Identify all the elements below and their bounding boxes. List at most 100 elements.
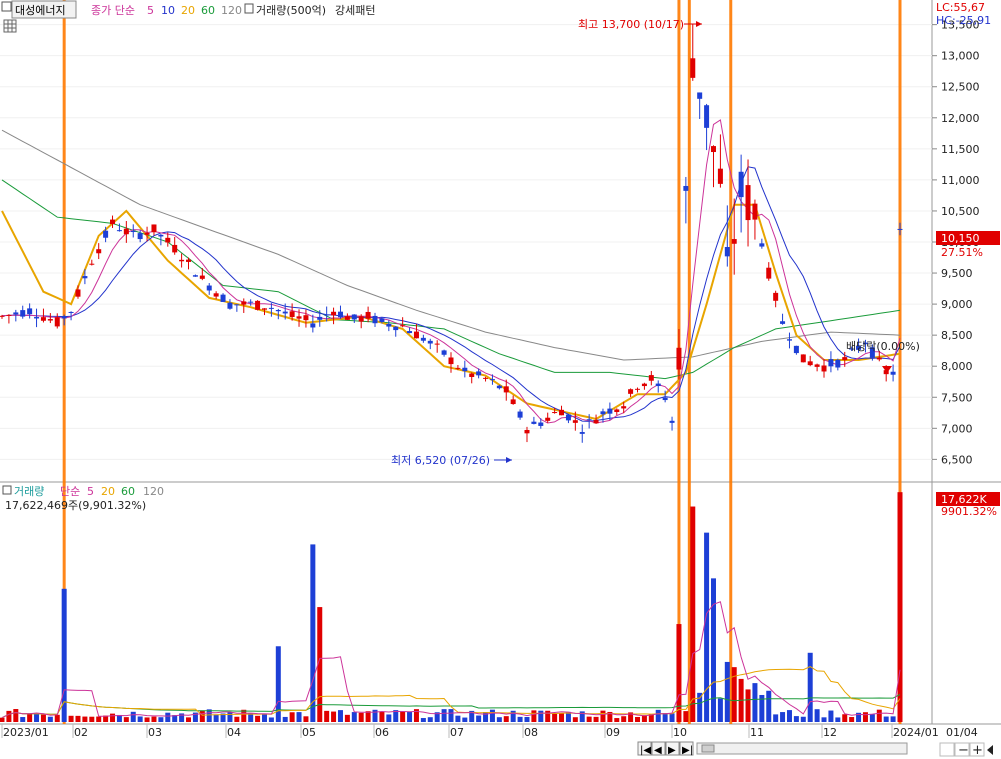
legend-ma120[interactable]: 120 xyxy=(221,4,242,17)
volume-bar xyxy=(130,711,136,722)
volume-bar xyxy=(766,690,772,722)
volume-bar xyxy=(227,712,233,722)
volume-bar xyxy=(510,710,516,722)
candle-body xyxy=(179,259,185,262)
pattern-label[interactable]: 강세패턴 xyxy=(335,4,375,17)
candle-body xyxy=(206,285,212,291)
candle-body xyxy=(538,422,544,426)
volume-bar xyxy=(835,717,841,722)
volume-bar xyxy=(75,715,81,722)
grid-icon[interactable] xyxy=(3,19,17,33)
volume-bar xyxy=(234,716,240,722)
candle-body xyxy=(489,379,495,381)
candle-body xyxy=(303,315,309,321)
candle-body xyxy=(344,316,350,320)
x-tick-label: 07 xyxy=(450,726,464,739)
candle-body xyxy=(586,419,592,421)
volume-title[interactable]: 거래량 xyxy=(14,485,44,498)
volume-bar xyxy=(351,712,357,722)
candle-body xyxy=(614,409,620,413)
volume-bar xyxy=(862,712,868,722)
candle-body xyxy=(496,385,502,389)
volume-bar xyxy=(400,711,406,722)
price-tick-label: 10,500 xyxy=(941,205,980,218)
candle-body xyxy=(89,263,95,265)
reset-icon[interactable] xyxy=(939,742,955,757)
legend-ma10[interactable]: 10 xyxy=(161,4,175,17)
volume-bar xyxy=(524,716,530,722)
volume-bar xyxy=(773,714,779,722)
volume-bar xyxy=(600,710,606,722)
candle-body xyxy=(559,409,565,416)
legend-ma5[interactable]: 5 xyxy=(147,4,154,17)
volume-ma120[interactable]: 120 xyxy=(143,485,164,498)
scrollbar-thumb[interactable] xyxy=(701,744,715,753)
candle-body xyxy=(386,323,392,327)
volume-bar xyxy=(669,713,675,722)
candle-body xyxy=(234,304,240,306)
volume-bar xyxy=(40,714,46,722)
candle-body xyxy=(351,314,357,320)
candle-body xyxy=(27,308,33,315)
candle-body xyxy=(186,259,192,262)
candle-body xyxy=(572,420,578,423)
candle-body xyxy=(358,316,364,322)
candle-body xyxy=(759,243,765,247)
volume-bar xyxy=(34,714,40,722)
candle-body xyxy=(690,58,696,78)
candle-body xyxy=(275,310,281,312)
volume-bar xyxy=(462,717,468,722)
candle-body xyxy=(289,311,295,317)
volume-bar xyxy=(268,717,274,722)
volume-bar xyxy=(54,714,60,722)
volume-indicator-label[interactable]: 거래량(500억) xyxy=(256,4,326,17)
volume-bar xyxy=(365,711,371,722)
candle-body xyxy=(172,244,178,253)
candle-body xyxy=(593,420,599,424)
candle-body xyxy=(683,185,689,191)
volume-bar xyxy=(897,492,903,722)
volume-bar xyxy=(0,717,5,722)
legend-ma60[interactable]: 60 xyxy=(201,4,215,17)
candle-body xyxy=(68,311,74,313)
candle-body xyxy=(483,377,489,379)
volume-bar xyxy=(13,709,19,722)
candle-body xyxy=(807,361,813,366)
x-tick-label: 09 xyxy=(606,726,620,739)
volume-bar xyxy=(559,713,565,722)
candle-body xyxy=(317,316,323,320)
candle-body xyxy=(828,359,834,367)
candle-body xyxy=(545,417,551,421)
volume-bar xyxy=(344,714,350,722)
candle-body xyxy=(34,317,40,319)
candle-body xyxy=(697,92,703,99)
candle-body xyxy=(255,300,261,310)
volume-ma-title[interactable]: 단순 xyxy=(60,485,80,498)
volume-bar xyxy=(296,712,302,722)
volume-bar xyxy=(572,717,578,722)
volume-ma5[interactable]: 5 xyxy=(87,485,94,498)
candle-body xyxy=(165,237,171,243)
price-badge-value: 10,150 xyxy=(941,232,980,245)
volume-bar xyxy=(717,698,723,722)
volume-bar xyxy=(531,710,537,722)
price-tick-label: 7,000 xyxy=(941,422,973,435)
price-tick-label: 11,000 xyxy=(941,174,980,187)
legend-ma20[interactable]: 20 xyxy=(181,4,195,17)
volume-ma20[interactable]: 20 xyxy=(101,485,115,498)
low-annotation: 최저 6,520 (07/26) xyxy=(391,454,490,467)
x-tick-label: 01/04 xyxy=(946,726,978,739)
candle-body xyxy=(710,146,716,153)
candle-body xyxy=(220,294,226,302)
candle-body xyxy=(241,301,247,305)
candle-body xyxy=(669,420,675,423)
price-legend-title[interactable]: 종가 단순 xyxy=(91,4,135,17)
scrollbar-track[interactable] xyxy=(696,742,908,755)
volume-bar xyxy=(683,711,689,722)
volume-bar xyxy=(455,715,461,722)
volume-bar xyxy=(96,716,102,722)
high-annotation: 최고 13,700 (10/17) xyxy=(578,18,684,31)
volume-bar xyxy=(165,712,171,722)
volume-ma60[interactable]: 60 xyxy=(121,485,135,498)
candle-body xyxy=(110,219,116,225)
